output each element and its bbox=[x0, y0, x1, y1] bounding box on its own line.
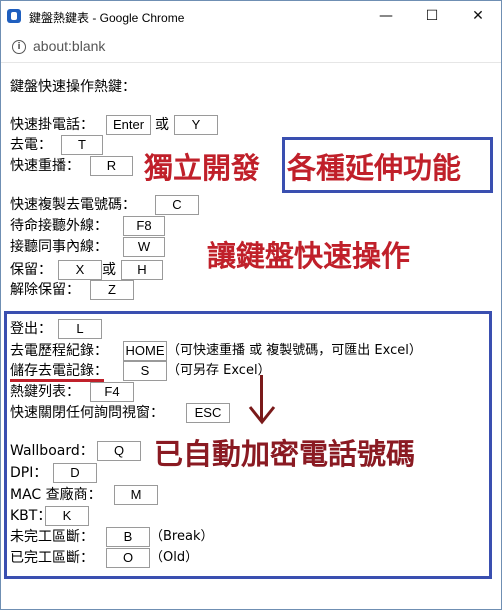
key-box: R bbox=[90, 156, 133, 176]
separator-text: 或 bbox=[102, 262, 116, 278]
key-box: F8 bbox=[123, 216, 165, 236]
hotkey-row-hold: 保留： X 或 H bbox=[10, 259, 180, 281]
hotkey-label: 解除保留： bbox=[10, 282, 80, 298]
address-bar[interactable]: i about:blank bbox=[1, 32, 501, 63]
hotkey-row-copy: 快速複製去電號碼： C bbox=[10, 194, 210, 216]
hotkey-label: 去電： bbox=[10, 137, 52, 153]
keyboard-text: 讓鍵盤快速操作 bbox=[207, 239, 411, 273]
page-heading: 鍵盤快速操作熱鍵： bbox=[10, 79, 136, 95]
encrypt-text: 已自動加密電話號碼 bbox=[154, 437, 416, 471]
feature-text: 獨立開發 bbox=[144, 151, 261, 185]
hotkey-label: 接聽同事內線： bbox=[10, 239, 108, 255]
maximize-button[interactable]: ☐ bbox=[409, 1, 455, 32]
hotkey-label: 快速重播： bbox=[10, 158, 80, 174]
hotkey-label: 快速掛電話： bbox=[10, 117, 94, 133]
underline-mark bbox=[10, 379, 104, 382]
hotkey-label: 保留： bbox=[10, 262, 52, 278]
key-box: X bbox=[58, 260, 102, 280]
key-box: T bbox=[61, 135, 103, 155]
hotkey-row-internal: 接聽同事內線： W bbox=[10, 236, 190, 258]
hotkey-row-unhold: 解除保留： Z bbox=[10, 279, 150, 301]
key-box: W bbox=[123, 237, 165, 257]
app-icon bbox=[7, 9, 21, 23]
minimize-button[interactable]: — bbox=[363, 1, 409, 32]
key-box: C bbox=[155, 195, 199, 215]
hotkey-row-standby: 待命接聽外線： F8 bbox=[10, 215, 190, 237]
arrow-down-icon bbox=[248, 406, 276, 425]
key-box: Y bbox=[174, 115, 218, 135]
browser-window: 鍵盤熱鍵表 - Google Chrome — ☐ ✕ i about:blan… bbox=[0, 0, 502, 610]
hotkey-row-hangup: 快速掛電話： Enter 或 Y bbox=[10, 114, 230, 136]
key-box: H bbox=[121, 260, 163, 280]
key-box: Enter bbox=[106, 115, 151, 135]
url-text[interactable]: about:blank bbox=[33, 38, 105, 54]
title-bar: 鍵盤熱鍵表 - Google Chrome — ☐ ✕ bbox=[1, 1, 501, 32]
separator-text: 或 bbox=[155, 117, 169, 133]
info-icon[interactable]: i bbox=[12, 40, 26, 54]
hotkey-label: 待命接聽外線： bbox=[10, 218, 108, 234]
hotkey-row-call: 去電： T bbox=[10, 134, 130, 156]
close-button[interactable]: ✕ bbox=[455, 1, 501, 32]
window-title: 鍵盤熱鍵表 - Google Chrome bbox=[29, 11, 185, 25]
key-box: Z bbox=[90, 280, 134, 300]
page-content: 鍵盤快速操作熱鍵： 快速掛電話： Enter 或 Y 去電： T 快速重播： R… bbox=[1, 63, 501, 609]
hotkey-label: 快速複製去電號碼： bbox=[10, 197, 136, 213]
feature-text-boxed: 各種延伸功能 bbox=[287, 151, 462, 185]
hotkey-row-redial: 快速重播： R bbox=[10, 155, 150, 177]
